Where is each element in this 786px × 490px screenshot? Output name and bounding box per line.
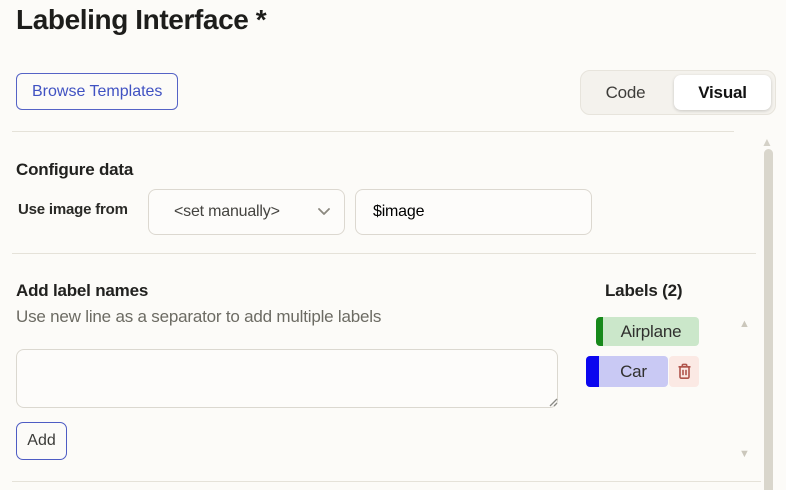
label-chip-text: Airplane: [603, 317, 699, 346]
image-value-input[interactable]: [355, 189, 592, 235]
tab-visual[interactable]: Visual: [674, 75, 771, 110]
labels-scroll-up-icon[interactable]: ▲: [739, 319, 750, 330]
labels-scroll-down-icon[interactable]: ▼: [739, 449, 750, 460]
add-label-names-heading: Add label names: [16, 281, 148, 301]
view-toggle: Code Visual: [580, 70, 776, 115]
image-source-dropdown-value: <set manually>: [174, 203, 318, 221]
label-chip-airplane[interactable]: Airplane: [596, 317, 699, 346]
label-chip-car[interactable]: Car: [586, 356, 699, 387]
browse-templates-button[interactable]: Browse Templates: [16, 73, 178, 110]
label-chip-text: Car: [599, 356, 668, 387]
use-image-from-label: Use image from: [18, 201, 128, 218]
tab-code[interactable]: Code: [581, 71, 670, 114]
label-color-swatch: [586, 356, 599, 387]
divider: [12, 131, 734, 132]
chevron-down-icon: [318, 208, 330, 216]
configure-data-heading: Configure data: [16, 160, 133, 180]
image-source-dropdown[interactable]: <set manually>: [148, 189, 345, 235]
scrollbar-thumb[interactable]: [764, 149, 773, 490]
page-title: Labeling Interface *: [16, 4, 266, 36]
trash-icon: [677, 363, 692, 380]
label-color-swatch: [596, 317, 603, 346]
divider: [12, 481, 761, 482]
scrollbar-up-icon[interactable]: ▲: [761, 136, 773, 148]
delete-label-button[interactable]: [669, 356, 699, 387]
divider: [12, 253, 756, 254]
add-button[interactable]: Add: [16, 422, 67, 460]
labels-hint-text: Use new line as a separator to add multi…: [16, 307, 381, 327]
label-names-textarea[interactable]: [16, 349, 558, 408]
labels-panel-heading: Labels (2): [605, 281, 682, 301]
